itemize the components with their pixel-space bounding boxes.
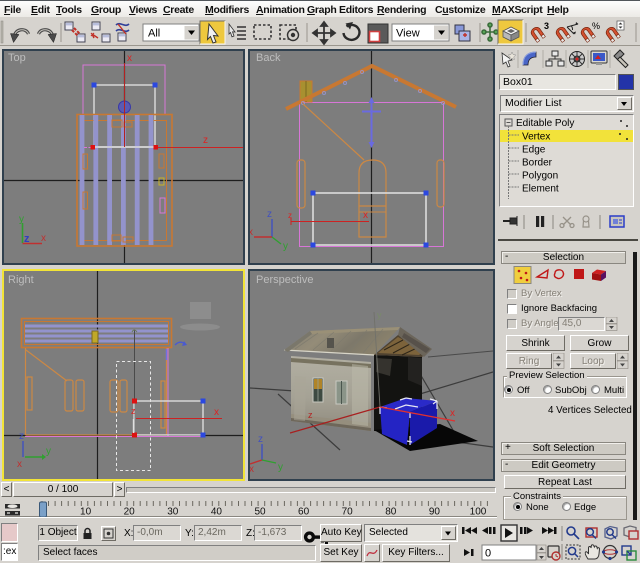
svg-text:0: 0 xyxy=(485,548,491,560)
svg-text:y: y xyxy=(377,310,382,320)
svg-text:Edge: Edge xyxy=(522,145,546,156)
svg-text:60: 60 xyxy=(298,507,310,518)
svg-text:50: 50 xyxy=(254,507,266,518)
svg-text:Polygon: Polygon xyxy=(522,171,558,182)
svg-text:Element: Element xyxy=(522,184,559,195)
svg-text:100: 100 xyxy=(470,507,487,518)
svg-text:z: z xyxy=(258,434,263,445)
svg-text:Vertex: Vertex xyxy=(522,132,550,143)
svg-text:x: x xyxy=(214,407,219,418)
svg-text:x: x xyxy=(248,227,253,238)
svg-text:70: 70 xyxy=(342,507,354,518)
svg-text:80: 80 xyxy=(385,507,397,518)
svg-text:90: 90 xyxy=(429,507,441,518)
svg-text:Right: Right xyxy=(8,274,34,286)
svg-text:z: z xyxy=(203,135,208,146)
svg-text:z: z xyxy=(24,233,30,245)
svg-text:Editable Poly: Editable Poly xyxy=(516,118,574,129)
svg-text:Back: Back xyxy=(256,52,281,64)
svg-text:y: y xyxy=(46,446,51,457)
svg-text:Border: Border xyxy=(522,158,553,169)
svg-text:%: % xyxy=(592,21,600,31)
svg-text:x: x xyxy=(450,408,455,419)
svg-text:View: View xyxy=(396,28,420,40)
svg-text:z: z xyxy=(308,410,313,420)
svg-text:Perspective: Perspective xyxy=(256,274,313,286)
svg-text:Top: Top xyxy=(8,52,26,64)
svg-text:x: x xyxy=(127,53,132,64)
svg-text:y: y xyxy=(19,214,24,225)
svg-text:x: x xyxy=(17,459,22,470)
svg-text:x: x xyxy=(249,464,254,475)
svg-text:x: x xyxy=(41,233,46,244)
svg-text:3: 3 xyxy=(544,21,549,31)
svg-text:z: z xyxy=(19,431,24,442)
svg-text:All: All xyxy=(148,28,160,40)
svg-text:x: x xyxy=(363,210,368,221)
svg-text:40: 40 xyxy=(211,507,223,518)
svg-text:10: 10 xyxy=(80,507,92,518)
svg-text:y: y xyxy=(283,241,288,252)
svg-text:z: z xyxy=(288,211,292,220)
svg-text:30: 30 xyxy=(167,507,179,518)
svg-text:y: y xyxy=(278,462,283,473)
svg-text:z: z xyxy=(131,406,136,416)
svg-text:z: z xyxy=(267,209,272,220)
svg-text:20: 20 xyxy=(124,507,136,518)
